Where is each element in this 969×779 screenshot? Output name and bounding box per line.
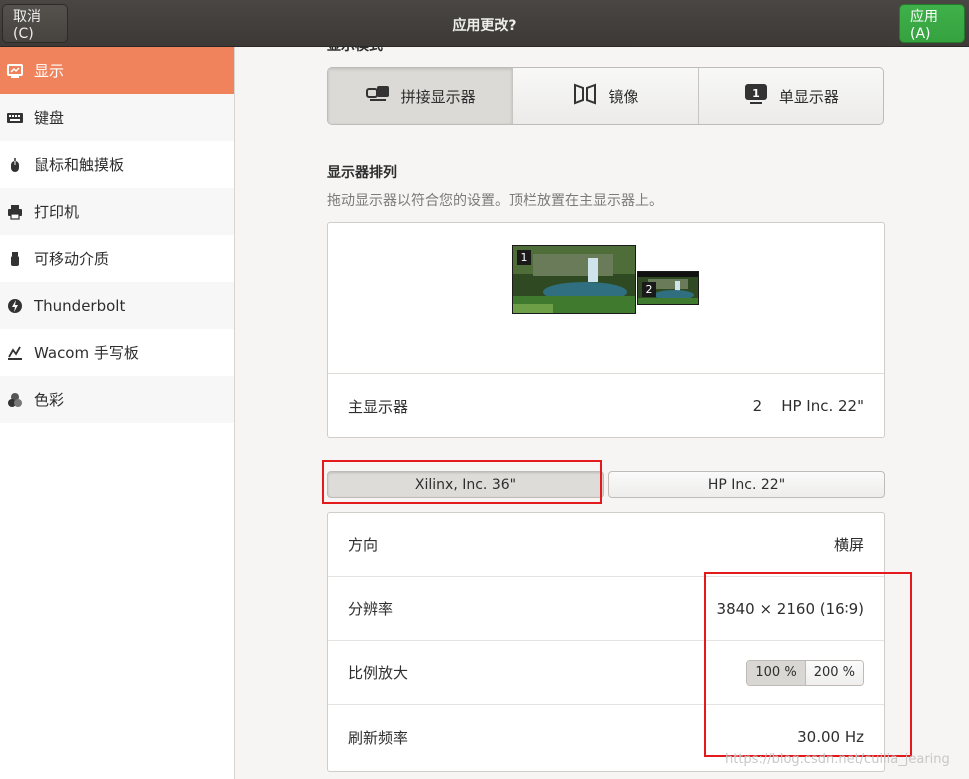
tab-xilinx-monitor[interactable]: Xilinx, Inc. 36" xyxy=(327,471,604,498)
sidebar-item-label: Wacom 手写板 xyxy=(34,344,139,362)
sidebar-item-display[interactable]: 显示 xyxy=(0,47,234,94)
display-mode-title: 显示模式 xyxy=(327,47,383,55)
printer-icon xyxy=(6,203,24,221)
sidebar-item-printer[interactable]: 打印机 xyxy=(0,188,234,235)
scale-row: 比例放大 100 % 200 % xyxy=(328,641,884,705)
sidebar-item-label: 显示 xyxy=(34,62,65,80)
refresh-rate-label: 刷新频率 xyxy=(348,728,409,747)
monitor-tabs: Xilinx, Inc. 36" HP Inc. 22" xyxy=(327,471,885,498)
tab-hp-monitor[interactable]: HP Inc. 22" xyxy=(608,471,885,498)
waterfall-wallpaper-1 xyxy=(513,246,635,313)
removable-media-icon xyxy=(6,250,24,268)
sidebar-item-label: 色彩 xyxy=(34,391,65,409)
mode-single-display[interactable]: 1 单显示器 xyxy=(699,68,883,124)
arrangement-box: 1 2 主显示器 2 HP Inc. 22" xyxy=(327,222,885,438)
sidebar-item-keyboard[interactable]: 键盘 xyxy=(0,94,234,141)
tablet-icon xyxy=(6,344,24,362)
sidebar-item-removable-media[interactable]: 可移动介质 xyxy=(0,235,234,282)
primary-display-name: HP Inc. 22" xyxy=(781,397,864,415)
apply-button[interactable]: 应用(A) xyxy=(899,4,965,43)
primary-display-row[interactable]: 主显示器 2 HP Inc. 22" xyxy=(328,374,884,438)
resolution-label: 分辨率 xyxy=(348,600,394,618)
sidebar-item-mouse[interactable]: 鼠标和触摸板 xyxy=(0,141,234,188)
primary-display-label: 主显示器 xyxy=(348,397,409,416)
join-displays-icon xyxy=(365,82,391,110)
display-mode-selector: 拼接显示器 镜像 1 单显示器 xyxy=(327,67,884,125)
mode-join-displays[interactable]: 拼接显示器 xyxy=(328,68,514,124)
sidebar-item-label: 可移动介质 xyxy=(34,250,110,268)
sidebar-item-label: Thunderbolt xyxy=(34,296,126,315)
mode-mirror[interactable]: 镜像 xyxy=(513,68,699,124)
header-bar: 取消(C) 应用更改? 应用(A) xyxy=(0,0,969,47)
sidebar-item-label: 打印机 xyxy=(34,203,80,221)
single-display-icon: 1 xyxy=(743,82,769,110)
orientation-value: 横屏 xyxy=(833,536,864,554)
arrangement-title: 显示器排列 xyxy=(327,165,397,181)
mouse-icon xyxy=(6,156,24,174)
mode-label: 镜像 xyxy=(608,87,639,106)
sidebar-item-label: 鼠标和触摸板 xyxy=(34,156,125,174)
resolution-value: 3840 × 2160 (16∶9) xyxy=(716,599,864,618)
display-settings-panel: 显示模式 拼接显示器 镜像 1 单显示器 显示器排列 拖动显示器以符合您的设置。… xyxy=(236,47,969,779)
scale-200-button[interactable]: 200 % xyxy=(805,660,863,685)
mode-label: 拼接显示器 xyxy=(400,87,476,106)
dialog-title: 应用更改? xyxy=(452,18,517,34)
arrangement-description: 拖动显示器以符合您的设置。顶栏放置在主显示器上。 xyxy=(327,193,663,209)
scale-selector: 100 % 200 % xyxy=(746,659,864,686)
sidebar-item-color[interactable]: 色彩 xyxy=(0,376,234,423)
keyboard-icon xyxy=(6,109,24,127)
refresh-rate-value: 30.00 Hz xyxy=(797,728,864,746)
monitor-1-preview[interactable]: 1 xyxy=(512,245,636,314)
primary-display-number: 2 xyxy=(752,397,763,415)
sidebar-item-label: 键盘 xyxy=(34,109,65,127)
monitor-number: 2 xyxy=(642,282,656,297)
svg-text:1: 1 xyxy=(752,87,760,100)
monitor-settings-list: 方向 横屏 分辨率 3840 × 2160 (16∶9) 比例放大 100 % … xyxy=(327,512,885,772)
sidebar-item-thunderbolt[interactable]: Thunderbolt xyxy=(0,282,234,329)
color-icon xyxy=(6,391,24,409)
watermark: https://blog.csdn.net/cuilia_jearing xyxy=(725,752,950,767)
display-icon xyxy=(6,62,24,80)
mirror-icon xyxy=(572,82,598,110)
monitor-arrangement-canvas: 1 2 xyxy=(328,223,884,374)
scale-100-button[interactable]: 100 % xyxy=(747,660,806,685)
sidebar-item-wacom[interactable]: Wacom 手写板 xyxy=(0,329,234,376)
monitor-2-preview[interactable]: 2 xyxy=(637,271,699,305)
resolution-row[interactable]: 分辨率 3840 × 2160 (16∶9) xyxy=(328,577,884,641)
thunderbolt-icon xyxy=(6,297,24,315)
primary-display-value[interactable]: 2 HP Inc. 22" xyxy=(753,397,864,415)
orientation-row[interactable]: 方向 横屏 xyxy=(328,513,884,577)
monitor-number: 1 xyxy=(517,250,531,265)
mode-label: 单显示器 xyxy=(778,87,839,106)
settings-sidebar: 显示 键盘 鼠标和触摸板 打印机 可移动介质 Thunderbolt Wacom… xyxy=(0,47,235,779)
orientation-label: 方向 xyxy=(348,536,379,554)
scale-label: 比例放大 xyxy=(348,664,409,682)
